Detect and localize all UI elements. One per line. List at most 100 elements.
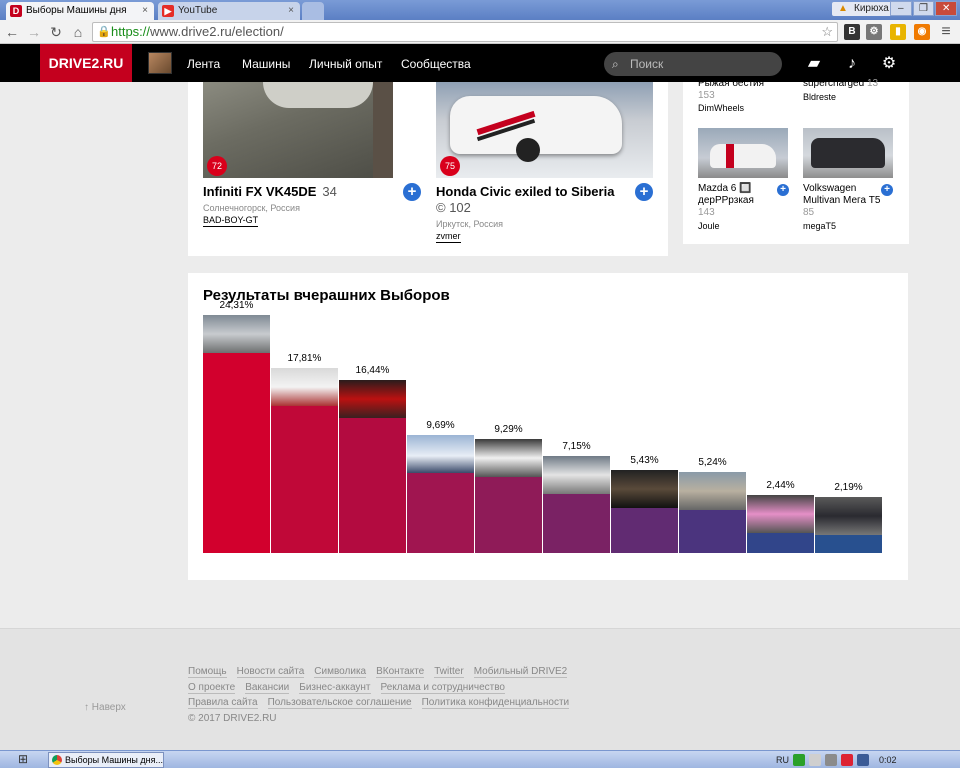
warning-icon: ▲ [838,3,848,14]
result-bar[interactable] [475,477,542,553]
result-bar[interactable] [339,418,406,553]
result-bar[interactable] [407,473,474,553]
result-car-thumbnail[interactable] [203,315,270,353]
site-logo[interactable]: DRIVE2.RU [40,44,132,82]
back-icon[interactable]: ← [4,24,20,40]
result-car-thumbnail[interactable] [611,470,678,508]
side-car-title[interactable]: Volkswagen Multivan Мега T5 85 [803,183,883,219]
taskbar-browser-button[interactable]: Выборы Машины дня... [48,752,164,768]
footer-link-news[interactable]: Новости сайта [236,666,305,678]
car-owner-link[interactable]: zvmer [436,231,461,243]
nav-feed[interactable]: Лента [187,44,220,82]
result-bar[interactable] [679,510,746,553]
url-input[interactable]: 🔒 https://www.drive2.ru/election/ ☆ [92,22,838,42]
footer-link-twitter[interactable]: Twitter [434,666,464,678]
vote-plus-button[interactable]: + [403,183,421,201]
window-user-badge[interactable]: ▲ Кирюха [832,2,895,16]
arrow-up-icon: ↑ [84,702,89,713]
restore-button[interactable]: ❐ [912,1,935,16]
vote-plus-button[interactable]: + [635,183,653,201]
car-owner-link[interactable]: BAD-BOY-GT [203,215,259,227]
car-photo-mazda[interactable] [698,128,788,178]
result-bar[interactable] [611,508,678,553]
tray-settings-icon[interactable] [809,754,821,766]
tab-close-icon[interactable]: × [142,2,148,20]
vote-plus-button[interactable]: + [881,184,893,196]
start-button-icon[interactable]: ⊞ [18,752,34,768]
footer-link-vacancies[interactable]: Вакансии [245,682,290,694]
side-car-title[interactable]: Mazda 6 🔲 дерРРрзкая [698,183,790,207]
new-tab-button[interactable] [302,2,324,20]
footer-link-ads[interactable]: Реклама и сотрудничество [380,682,505,694]
car-photo-multivan[interactable] [803,128,893,178]
result-bar[interactable] [203,353,270,553]
nav-communities[interactable]: Сообщества [401,44,471,82]
search-input[interactable]: ⌕ Поиск [604,52,782,76]
side-car-owner[interactable]: Joule [698,221,720,231]
vk-extension-icon[interactable]: B [844,24,860,40]
result-car-thumbnail[interactable] [339,380,406,418]
tray-network-icon[interactable] [825,754,837,766]
clock: 0:02 [879,755,897,765]
footer-link-rules[interactable]: Правила сайта [188,697,258,709]
tab-elections[interactable]: D Выборы Машины дня × [6,2,154,20]
car-photo-infiniti[interactable] [203,82,393,178]
nav-experience[interactable]: Личный опыт [309,44,382,82]
ok-extension-icon[interactable]: ◉ [914,24,930,40]
footer-link-privacy[interactable]: Политика конфиденциальности [421,697,570,709]
side-car-owner[interactable]: Bldreste [803,92,836,102]
tray-app-icon[interactable] [793,754,805,766]
tab-close-icon[interactable]: × [288,2,294,20]
result-bar[interactable] [271,406,338,553]
footer-link-vk[interactable]: ВКонтакте [376,666,425,678]
extension-icon[interactable]: ⚙ [866,24,882,40]
nav-cars[interactable]: Машины [242,44,290,82]
side-car-owner[interactable]: DimWheels [698,103,744,113]
result-bar[interactable] [747,533,814,553]
car-title-honda[interactable]: Honda Civic exiled to Siberia © 102 [436,184,626,216]
tray-security-icon[interactable] [841,754,853,766]
vote-plus-button[interactable]: + [777,184,789,196]
result-percent-label: 16,44% [355,365,390,376]
result-car-thumbnail[interactable] [475,439,542,477]
result-bar[interactable] [543,494,610,553]
side-car-title[interactable]: supercharged 13 [803,78,878,90]
copyright: © 2017 DRIVE2.RU [188,713,277,724]
footer-link-symbols[interactable]: Символика [314,666,367,678]
result-car-thumbnail[interactable] [407,435,474,473]
minimize-button[interactable]: – [890,1,912,16]
bookmark-star-icon[interactable]: ☆ [821,23,833,41]
bell-icon[interactable]: ♪ [842,54,862,74]
url-path: www.drive2.ru/election/ [150,24,284,39]
result-car-thumbnail[interactable] [271,368,338,406]
result-car-thumbnail[interactable] [747,495,814,533]
result-bar[interactable] [815,535,882,553]
footer-link-help[interactable]: Помощь [188,666,227,678]
close-window-button[interactable]: ✕ [935,1,958,16]
car-photo-honda[interactable] [436,82,653,178]
youtube-favicon-icon: ▶ [162,5,174,17]
gear-icon[interactable]: ⚙ [879,54,899,74]
footer-link-about[interactable]: О проекте [188,682,236,694]
election-cards: 72 Infiniti FX VK45DE 34 + Солнечногорск,… [188,82,668,256]
flag-extension-icon[interactable]: ▮ [890,24,906,40]
result-car-thumbnail[interactable] [679,472,746,510]
side-car-title[interactable]: Рыжая бестия [698,78,764,90]
tray-vk-icon[interactable] [857,754,869,766]
tab-youtube[interactable]: ▶ YouTube × [158,2,300,20]
home-icon[interactable]: ⌂ [70,24,86,40]
side-car-owner[interactable]: megaT5 [803,221,836,231]
forward-icon[interactable]: → [26,24,42,40]
car-title-infiniti[interactable]: Infiniti FX VK45DE 34 [203,184,337,199]
result-car-thumbnail[interactable] [543,456,610,494]
reload-icon[interactable]: ↻ [48,24,64,40]
footer-link-agreement[interactable]: Пользовательское соглашение [267,697,412,709]
messages-icon[interactable]: ▰ [804,54,824,74]
footer-link-business[interactable]: Бизнес-аккаунт [299,682,371,694]
avatar[interactable] [148,52,172,74]
back-to-top-link[interactable]: ↑ Наверх [84,702,126,713]
result-car-thumbnail[interactable] [815,497,882,535]
menu-icon[interactable]: ≡ [938,24,954,40]
footer-link-mobile[interactable]: Мобильный DRIVE2 [473,666,568,678]
language-indicator[interactable]: RU [776,752,789,768]
